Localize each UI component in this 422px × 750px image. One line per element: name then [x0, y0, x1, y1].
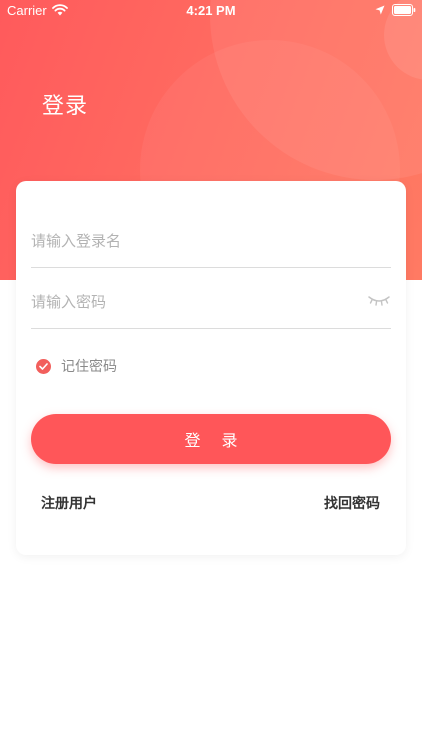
- eye-closed-icon[interactable]: [367, 294, 391, 308]
- forgot-password-link[interactable]: 找回密码: [324, 493, 380, 513]
- remember-password-toggle[interactable]: 记住密码: [36, 356, 117, 376]
- password-input[interactable]: [31, 278, 351, 326]
- login-button[interactable]: 登 录: [31, 414, 391, 464]
- username-field: [31, 217, 391, 268]
- login-card: 记住密码 登 录 注册用户 找回密码: [16, 181, 406, 555]
- status-time: 4:21 PM: [186, 3, 236, 18]
- remember-password-label: 记住密码: [61, 359, 117, 375]
- check-icon[interactable]: [36, 358, 51, 374]
- login-screen: Carrier 4:21 PM 登录 请输入登录名 记住密码 登 录 注册用户 …: [0, 0, 422, 750]
- register-link[interactable]: 注册用户: [41, 493, 97, 513]
- status-bar: Carrier 4:21 PM: [0, 0, 422, 22]
- location-icon: [375, 5, 385, 15]
- username-input[interactable]: [31, 217, 351, 265]
- battery-icon: [392, 4, 416, 16]
- page-title: 登录: [42, 94, 89, 119]
- password-field: [31, 278, 391, 329]
